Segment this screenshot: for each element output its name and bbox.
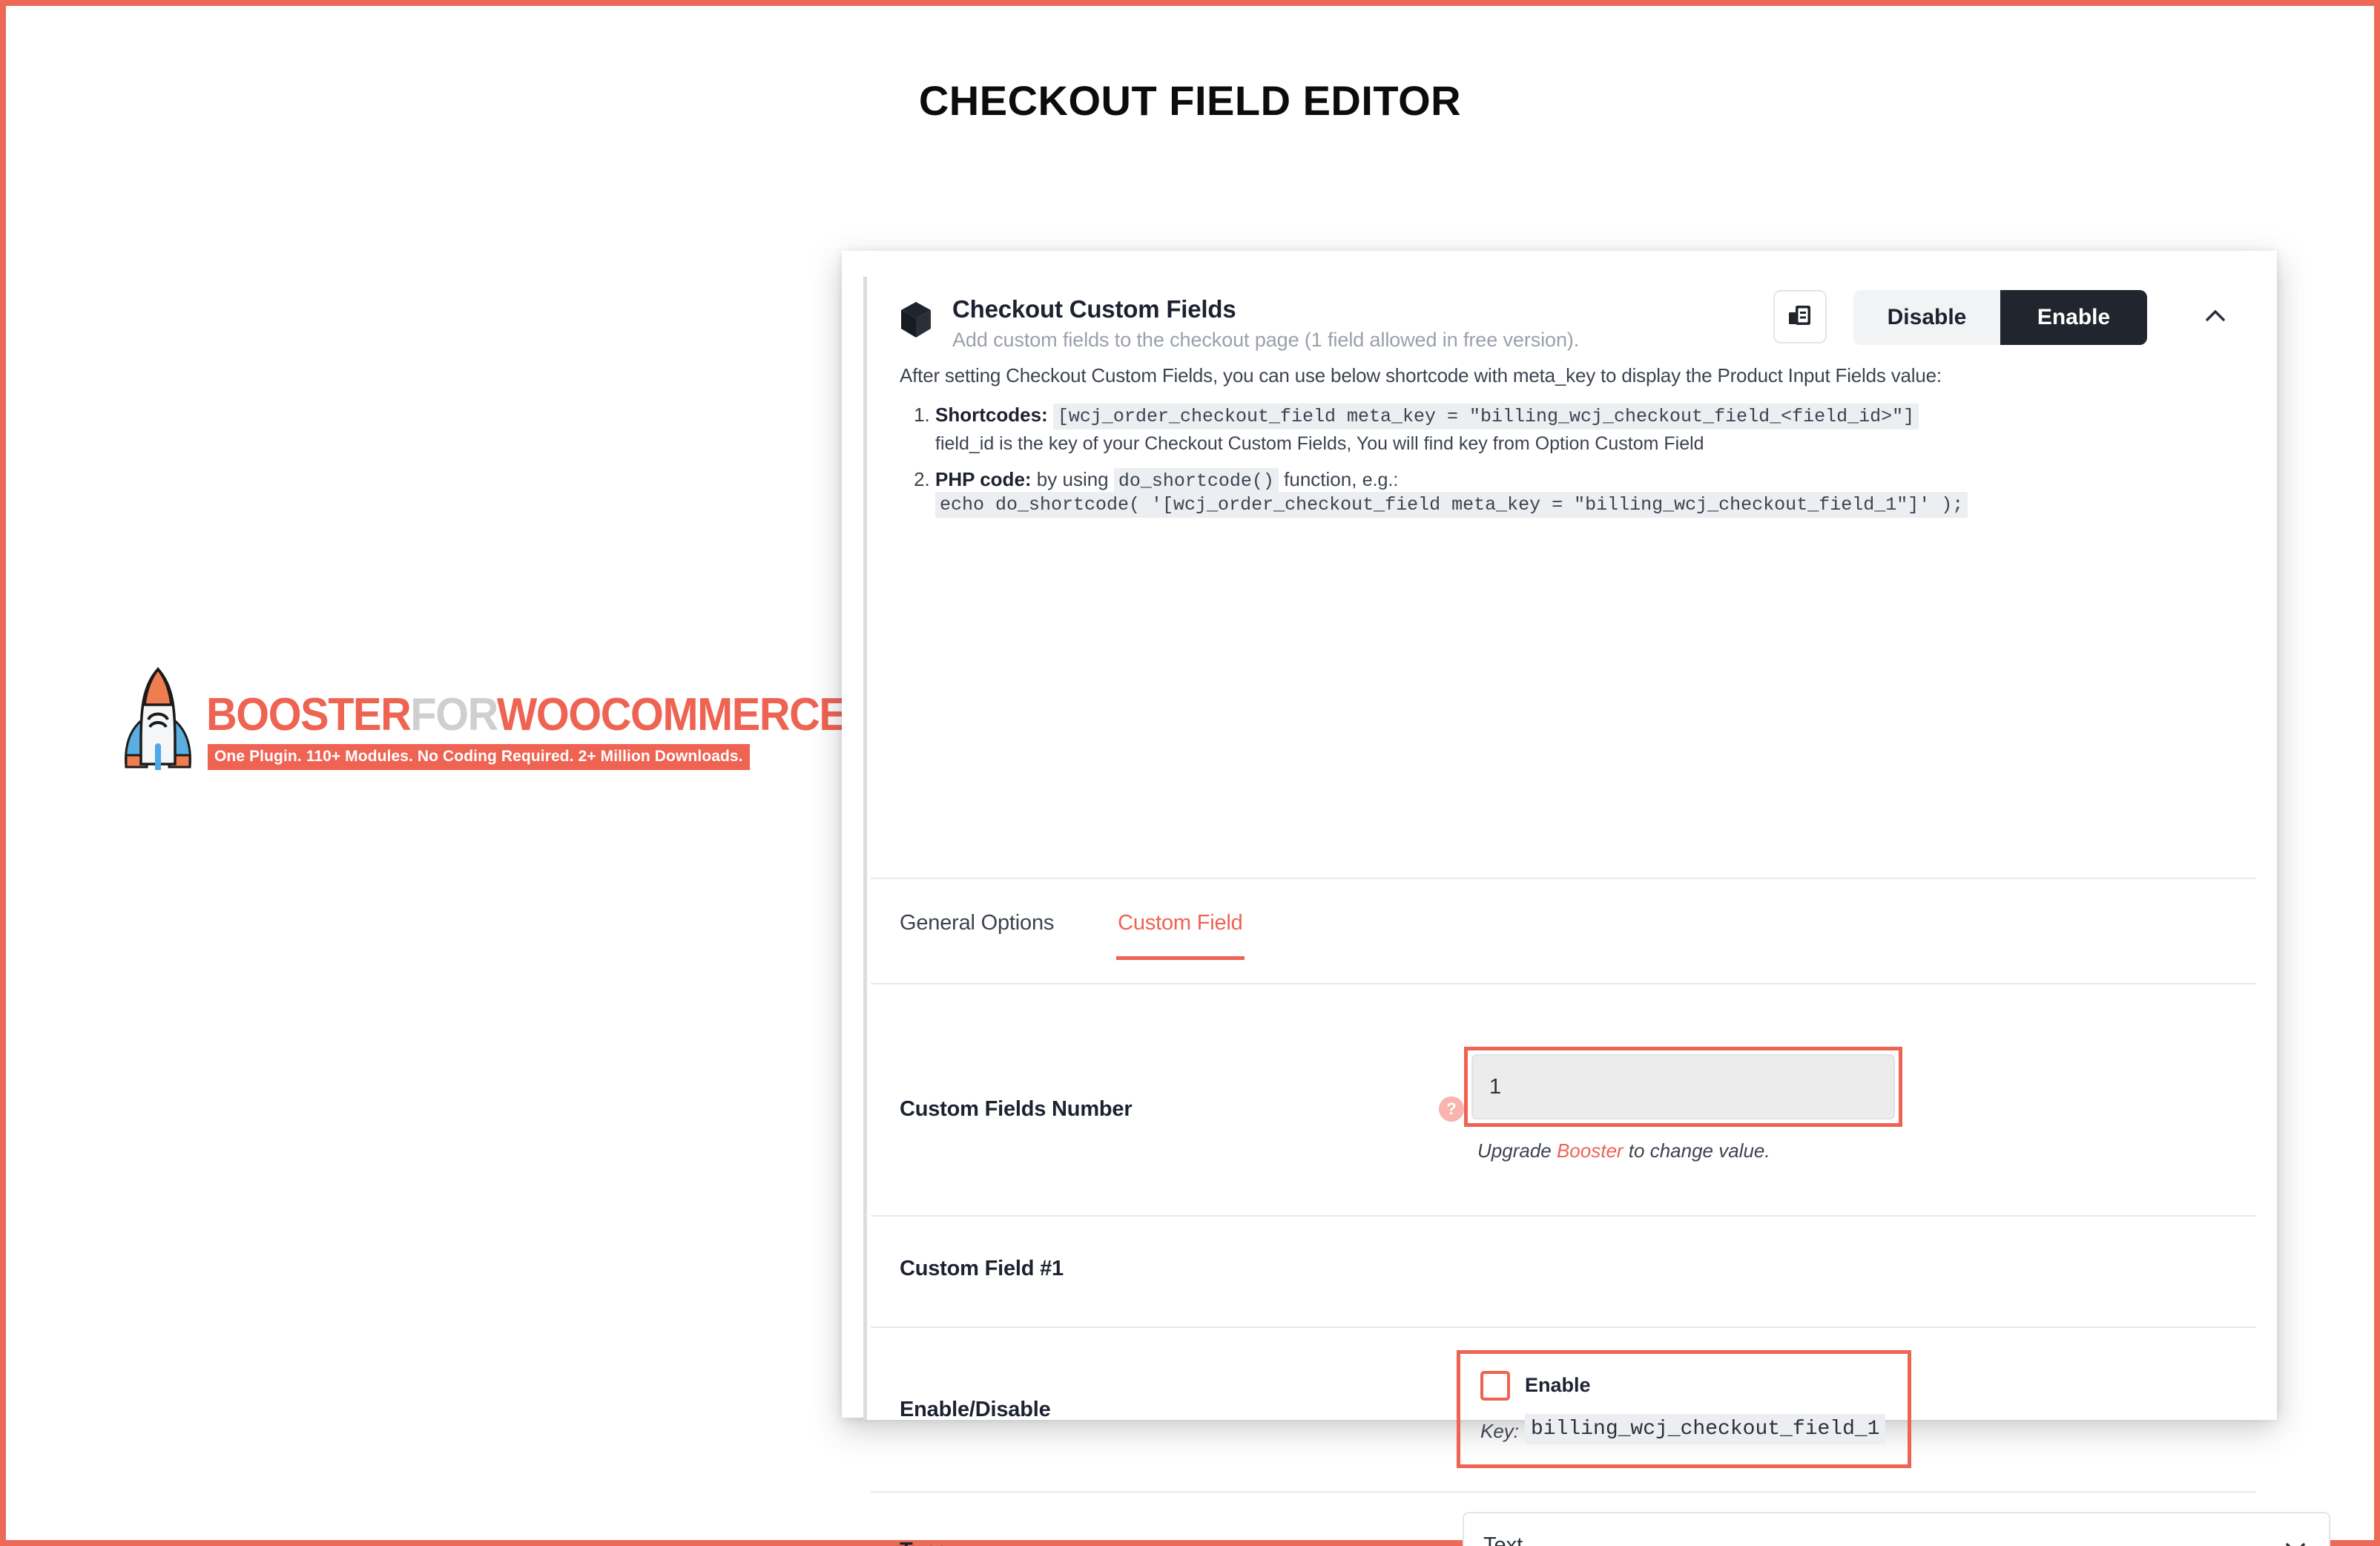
help-item-php-label: PHP code: [935,468,1032,490]
help-item-php-example-label: e.g.: [1362,470,1399,490]
disable-button[interactable]: Disable [1853,290,2000,345]
shortcode-help-intro: After setting Checkout Custom Fields, yo… [900,364,1942,386]
help-item-shortcodes: Shortcodes: [wcj_order_checkout_field me… [935,404,2235,455]
module-card: Checkout Custom Fields Add custom fields… [842,251,2330,1546]
custom-fields-number-input[interactable] [1471,1054,1895,1119]
tab-custom-field[interactable]: Custom Field [1116,911,1245,960]
module-panel: Checkout Custom Fields Add custom fields… [863,277,2330,1546]
help-item-php-text-after: function, [1284,468,1357,490]
logo-tagline: One Plugin. 110+ Modules. No Coding Requ… [208,744,750,770]
upgrade-booster-link[interactable]: Booster [1557,1139,1624,1162]
logo-word-for: FOR [410,689,498,740]
divider-above-tabs [871,878,2256,879]
help-item-php-text-before: by using [1036,468,1109,490]
cube-icon [899,300,933,339]
help-item-shortcodes-label: Shortcodes: [935,404,1048,426]
setting-row-type: Type Text [871,1491,2330,1546]
type-select-value: Text [1483,1533,1523,1546]
php-example-snippet: echo do_shortcode( '[wcj_order_checkout_… [935,492,1968,518]
settings-tabs: General Options Custom Field [900,911,1307,960]
collapse-module-button[interactable] [2195,299,2236,336]
logo-word-woocommerce: WOOCOMMERCE [496,689,848,740]
chevron-up-icon [2201,301,2230,335]
shortcode-help: After setting Checkout Custom Fields, yo… [900,364,2235,529]
setting-row-enable-disable: Enable/Disable Enable Key: billing_wcj_c… [871,1326,2256,1491]
field-key-value: billing_wcj_checkout_field_1 [1525,1414,1886,1444]
copy-document-icon [1787,303,1813,332]
shortcode-help-list: Shortcodes: [wcj_order_checkout_field me… [935,404,2235,518]
enable-checkbox[interactable] [1480,1371,1510,1401]
enable-disable-label: Enable/Disable [900,1398,1051,1421]
php-function-snippet: do_shortcode() [1113,468,1279,494]
brand-logo: BOOSTERFORWOOCOMMERCE One Plugin. 110+ M… [102,666,848,773]
rocket-icon [117,666,199,773]
page-title: CHECKOUT FIELD EDITOR [918,77,1462,124]
type-select[interactable]: Text [1463,1512,2330,1546]
enable-disable-highlight [1457,1350,1911,1468]
page-root: CHECKOUT FIELD EDITOR BOOSTERFORWOOCOMME… [0,0,2380,1546]
enable-button[interactable]: Enable [2000,290,2147,345]
logo-wordmark: BOOSTERFORWOOCOMMERCE [206,688,848,741]
shortcode-snippet: [wcj_order_checkout_field meta_key = "bi… [1052,404,1919,430]
enable-checkbox-label: Enable [1525,1374,1591,1396]
divider-below-tabs [871,983,2256,984]
setting-row-custom-fields-number: Custom Fields Number ? Upgrade Booster t… [871,1019,2256,1215]
logo-word-booster: BOOSTER [206,689,412,740]
chevron-down-icon [2283,1536,2308,1546]
setting-row-custom-field-section: Custom Field #1 [871,1215,2256,1326]
custom-field-section-label: Custom Field #1 [900,1257,1064,1280]
custom-fields-number-label: Custom Fields Number [900,1097,1133,1121]
field-key-label: Key: [1480,1420,1520,1442]
module-description: Add custom fields to the checkout page (… [952,329,1580,351]
copy-document-button[interactable] [1773,290,1827,343]
help-item-php: PHP code: by using do_shortcode() functi… [935,468,2235,518]
enable-disable-toggle-group: Disable Enable [1853,290,2147,345]
upgrade-note-before: Upgrade [1477,1139,1557,1162]
upgrade-note-after: to change value. [1623,1139,1770,1162]
question-mark-icon[interactable]: ? [1439,1096,1464,1122]
type-label: Type [900,1539,948,1546]
module-title: Checkout Custom Fields [952,295,1236,323]
help-item-shortcodes-note: field_id is the key of your Checkout Cus… [935,433,1704,454]
upgrade-note: Upgrade Booster to change value. [1477,1139,1770,1162]
tab-general-options[interactable]: General Options [900,911,1054,960]
module-header: Checkout Custom Fields Add custom fields… [867,277,2277,370]
